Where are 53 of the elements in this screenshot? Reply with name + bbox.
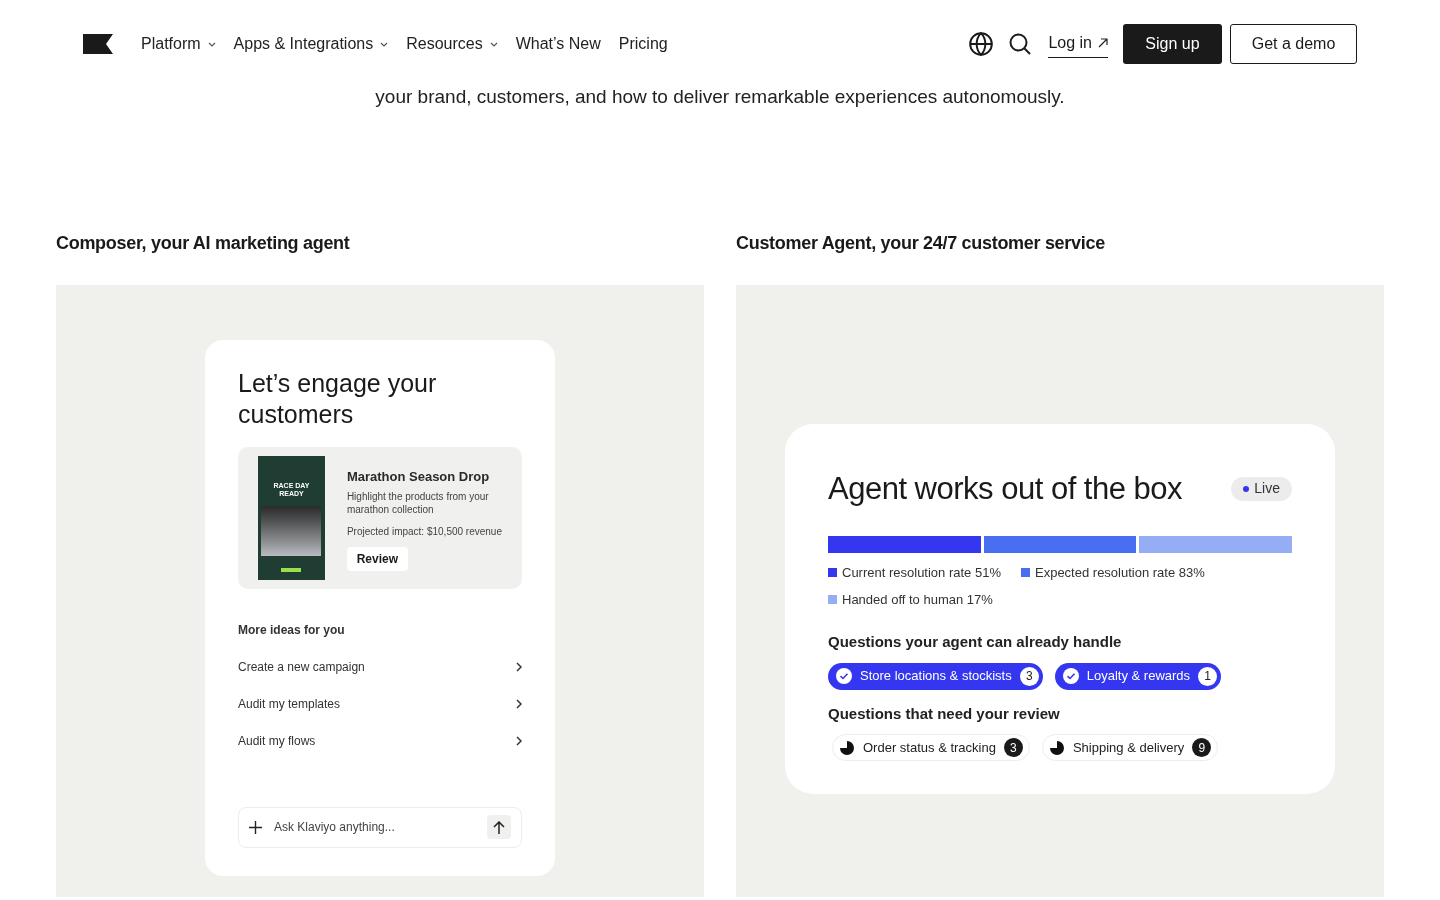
nav-link[interactable]: Apps & Integrations xyxy=(233,32,389,56)
check-circle-icon xyxy=(1062,668,1079,684)
demo-button[interactable]: Get a demo xyxy=(1230,24,1357,64)
logo-flag-icon[interactable] xyxy=(83,34,113,54)
projected-impact: Projected impact: $10,500 revenue xyxy=(346,525,502,539)
suggestion-description: Highlight the products from your marathon collection xyxy=(346,490,490,516)
nav-link[interactable]: Platform xyxy=(141,32,216,56)
group-heading: Questions that need your review xyxy=(828,703,1061,724)
section-heading: Composer, your AI marketing agent xyxy=(56,231,351,255)
chevron-right-icon[interactable] xyxy=(516,662,522,672)
arrow-up-icon xyxy=(493,820,505,834)
badge-label: Live xyxy=(1254,479,1280,499)
send-button[interactable] xyxy=(487,815,511,839)
chip-label: Store locations & stockists xyxy=(860,667,1012,686)
idea-link[interactable]: Audit my flows xyxy=(238,732,316,750)
external-arrow-icon xyxy=(1098,37,1108,48)
signup-button[interactable]: Sign up xyxy=(1123,24,1222,64)
chevron-right-icon[interactable] xyxy=(516,736,522,746)
nav-link[interactable]: Resources xyxy=(406,32,498,56)
suggestion-title: Marathon Season Drop xyxy=(346,467,491,486)
count-badge: 9 xyxy=(1192,738,1212,757)
plus-icon[interactable] xyxy=(249,820,262,834)
group-heading: Questions your agent can already handle xyxy=(828,632,1123,652)
idea-link[interactable]: Audit my templates xyxy=(238,695,341,713)
login-link[interactable]: Log in xyxy=(1048,30,1108,58)
chip-label: Shipping & delivery xyxy=(1072,738,1185,757)
chip-label: Loyalty & rewards xyxy=(1086,667,1191,686)
card-title: Agent works out of the box xyxy=(828,469,1183,508)
review-button[interactable]: Review xyxy=(346,547,408,571)
chip-label: Order status & tracking xyxy=(863,738,996,757)
count-badge: 1 xyxy=(1198,666,1218,686)
nav-link[interactable]: What’s New xyxy=(515,32,601,56)
count-badge: 3 xyxy=(1019,666,1039,686)
pie-progress-icon xyxy=(1048,739,1065,756)
count-badge: 3 xyxy=(1003,738,1023,757)
email-button-drawing xyxy=(281,567,302,572)
ideas-heading: More ideas for you xyxy=(238,621,346,639)
globe-icon[interactable] xyxy=(968,31,995,57)
search-icon[interactable] xyxy=(1008,32,1033,56)
pie-progress-icon xyxy=(839,739,855,756)
card-title: Let’s engage your customers xyxy=(238,367,438,430)
section-heading: Customer Agent, your 24/7 customer service xyxy=(736,231,1106,255)
ask-input-field[interactable]: Ask Klaviyo anything... xyxy=(238,806,522,848)
intro-text: your brand, customers, and how to deliver remarkable experiences autonomously. xyxy=(374,85,1066,109)
chevron-right-icon[interactable] xyxy=(516,699,522,709)
legend-label: Current resolution rate 51% xyxy=(842,564,1001,582)
legend-label: Expected resolution rate 83% xyxy=(1035,564,1205,582)
nav-link[interactable]: Pricing xyxy=(618,32,668,56)
text-input[interactable]: Ask Klaviyo anything... xyxy=(274,818,487,836)
shoe-photo-placeholder xyxy=(261,505,322,556)
legend-label: Handed off to human 17% xyxy=(842,590,993,609)
idea-link[interactable]: Create a new campaign xyxy=(238,658,365,676)
check-circle-icon xyxy=(836,668,852,684)
